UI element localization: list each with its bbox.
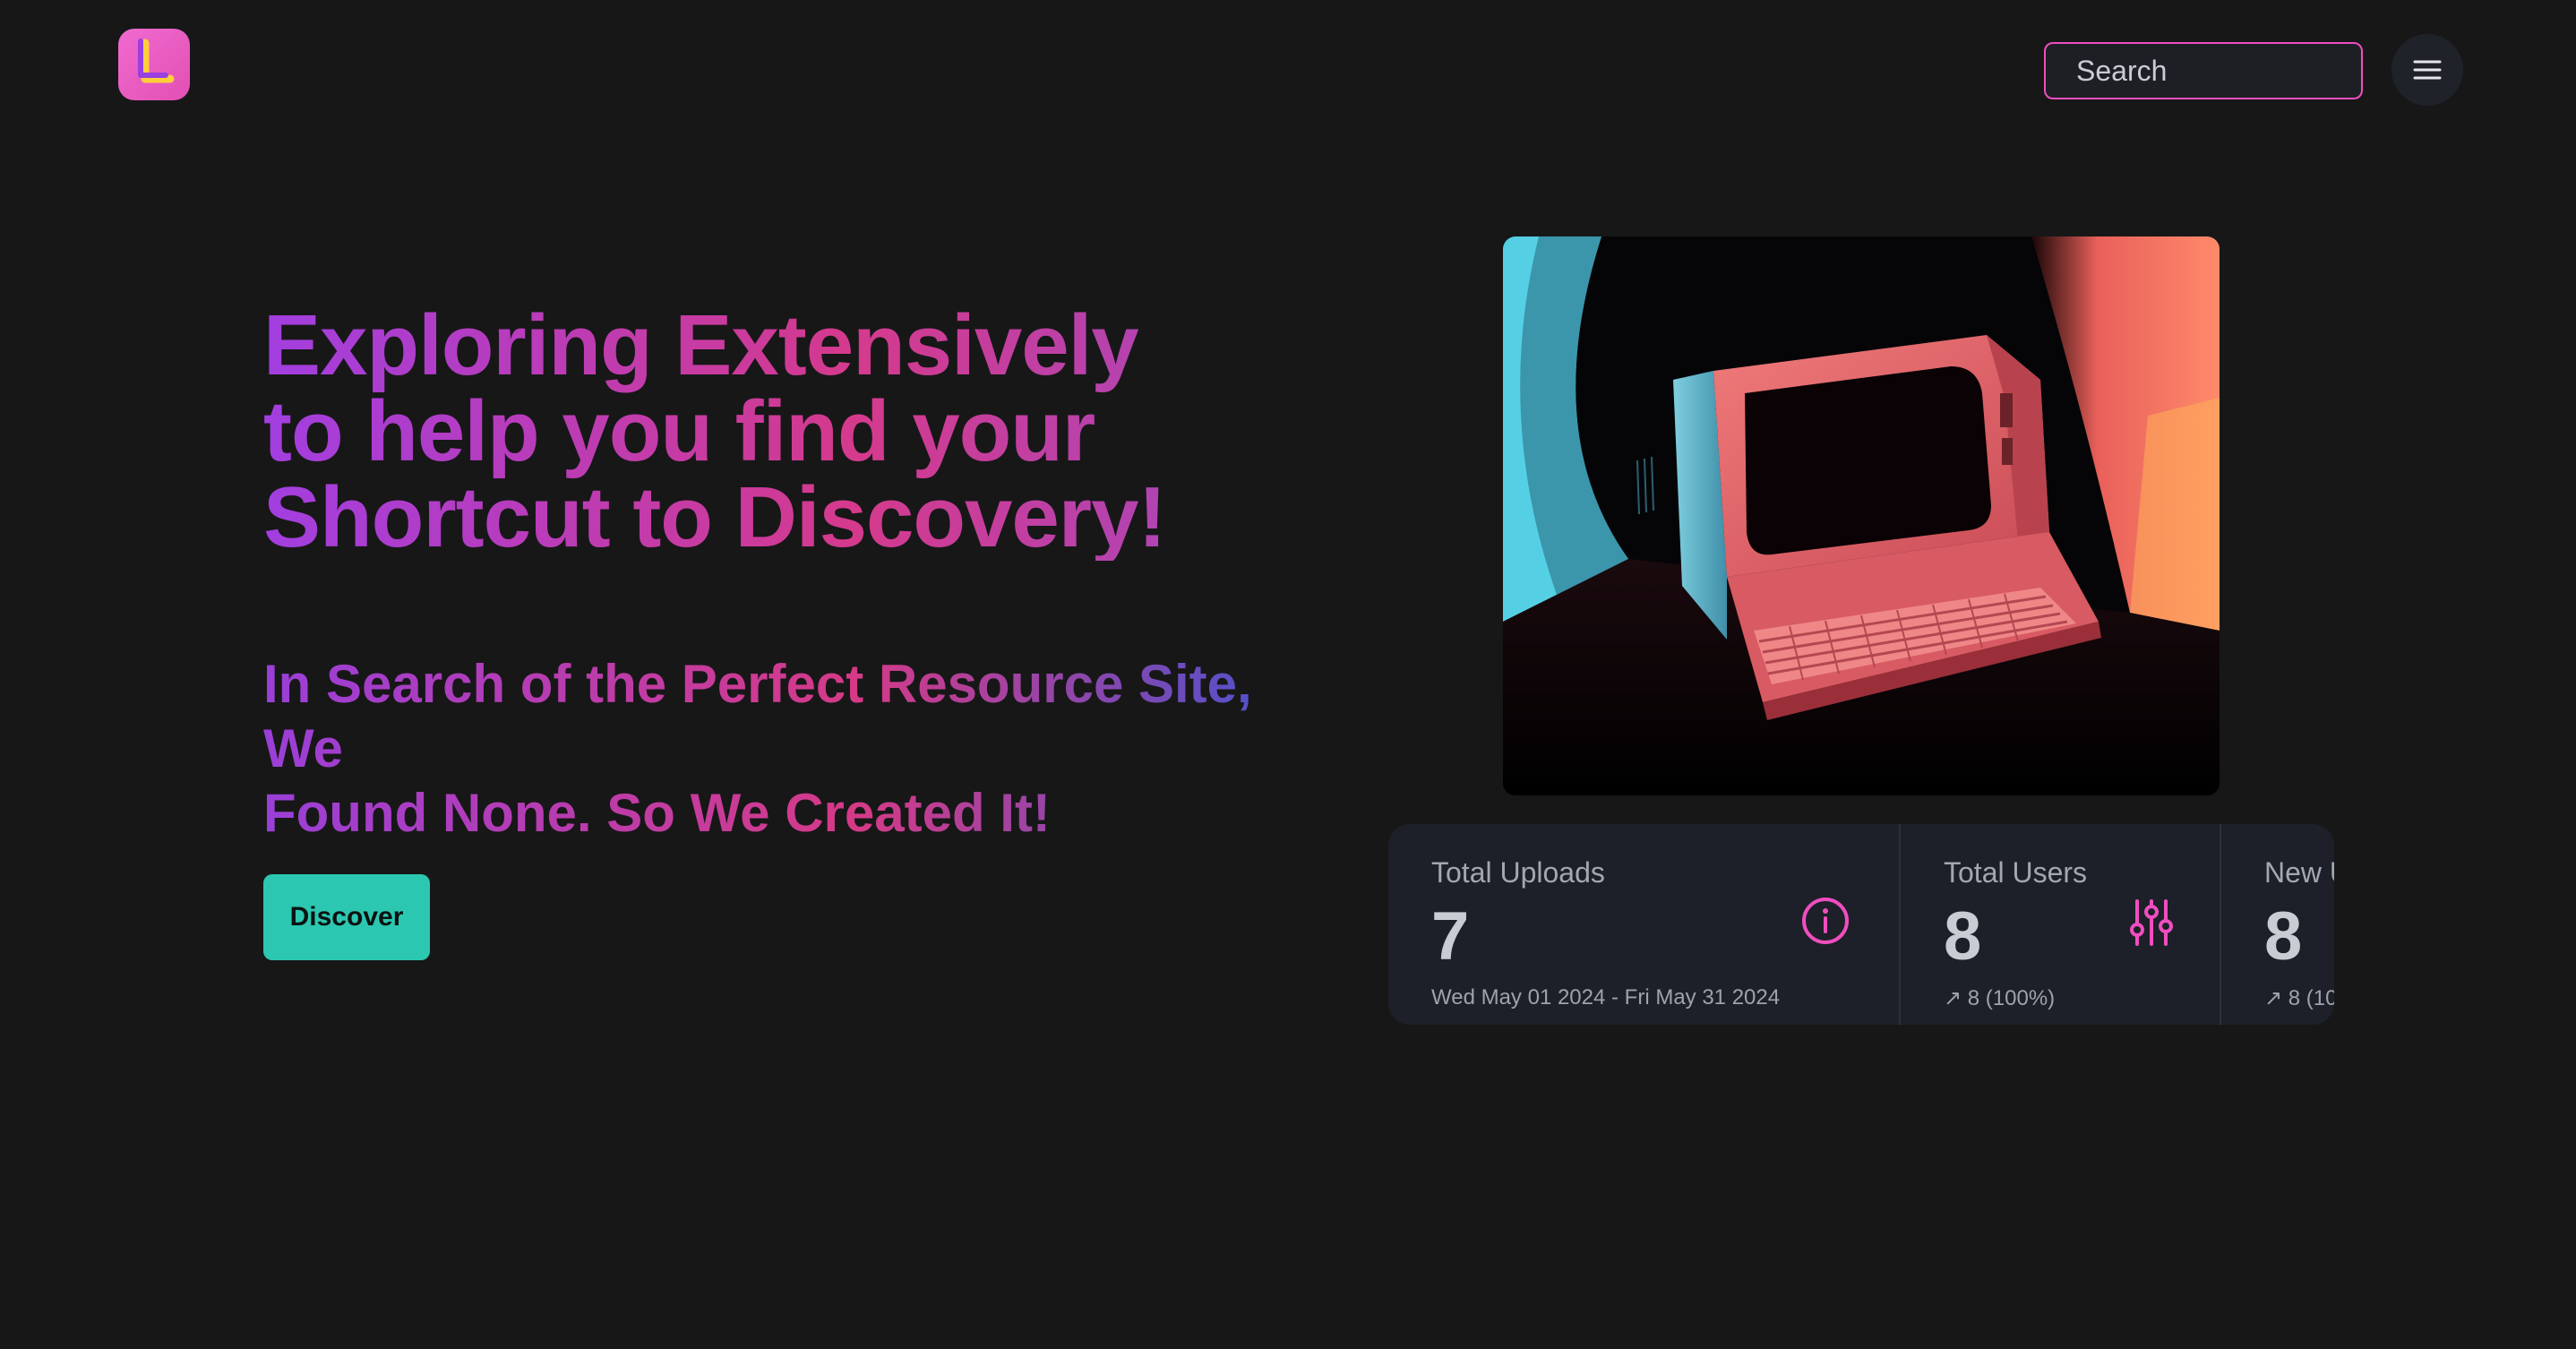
stat-description: ↗ 8 (100%) xyxy=(1944,986,2056,1010)
hero-subtitle-line: In Search of the Perfect Resource Site, … xyxy=(263,654,1252,778)
sliders-icon xyxy=(2130,899,2173,946)
discover-button[interactable]: Discover xyxy=(263,874,430,960)
logo-l-icon xyxy=(138,39,175,83)
hero-subtitle: In Search of the Perfect Resource Site, … xyxy=(263,652,1338,846)
menu-button[interactable] xyxy=(2391,34,2463,106)
stat-title: Total Users xyxy=(1944,856,2088,889)
hero-title-line: Exploring Extensively xyxy=(263,297,1138,393)
search-input[interactable] xyxy=(2044,42,2363,99)
stat-title: New Users xyxy=(2264,856,2334,889)
stat-new-users: New Users 8 ↗ 8 (100%) xyxy=(2220,824,2334,1025)
stat-total-uploads: Total Uploads 7 Wed May 01 2024 - Fri Ma… xyxy=(1388,824,1899,1025)
app-logo[interactable] xyxy=(118,29,190,100)
stat-total-users: Total Users 8 ↗ 8 (100%) xyxy=(1899,824,2220,1025)
stat-title: Total Uploads xyxy=(1431,856,1605,889)
stat-description: Wed May 01 2024 - Fri May 31 2024 xyxy=(1431,985,1781,1010)
hero-image xyxy=(1503,236,2220,795)
stats-card: Total Uploads 7 Wed May 01 2024 - Fri Ma… xyxy=(1388,824,2334,1025)
stat-description: ↗ 8 (100%) xyxy=(2264,986,2334,1010)
stat-value: 8 xyxy=(2264,898,2303,975)
hero-title-line: Shortcut to Discovery! xyxy=(263,469,1166,565)
hero-subtitle-line: Found None. So We Created It! xyxy=(263,783,1051,843)
hero-title-line: to help you find your xyxy=(263,383,1095,479)
stat-value: 8 xyxy=(1944,898,1982,975)
info-icon xyxy=(1802,898,1849,944)
hero-title: Exploring Extensively to help you find y… xyxy=(263,303,1338,561)
hamburger-menu-icon xyxy=(2413,60,2442,80)
retro-computer-illustration xyxy=(1503,236,2220,795)
